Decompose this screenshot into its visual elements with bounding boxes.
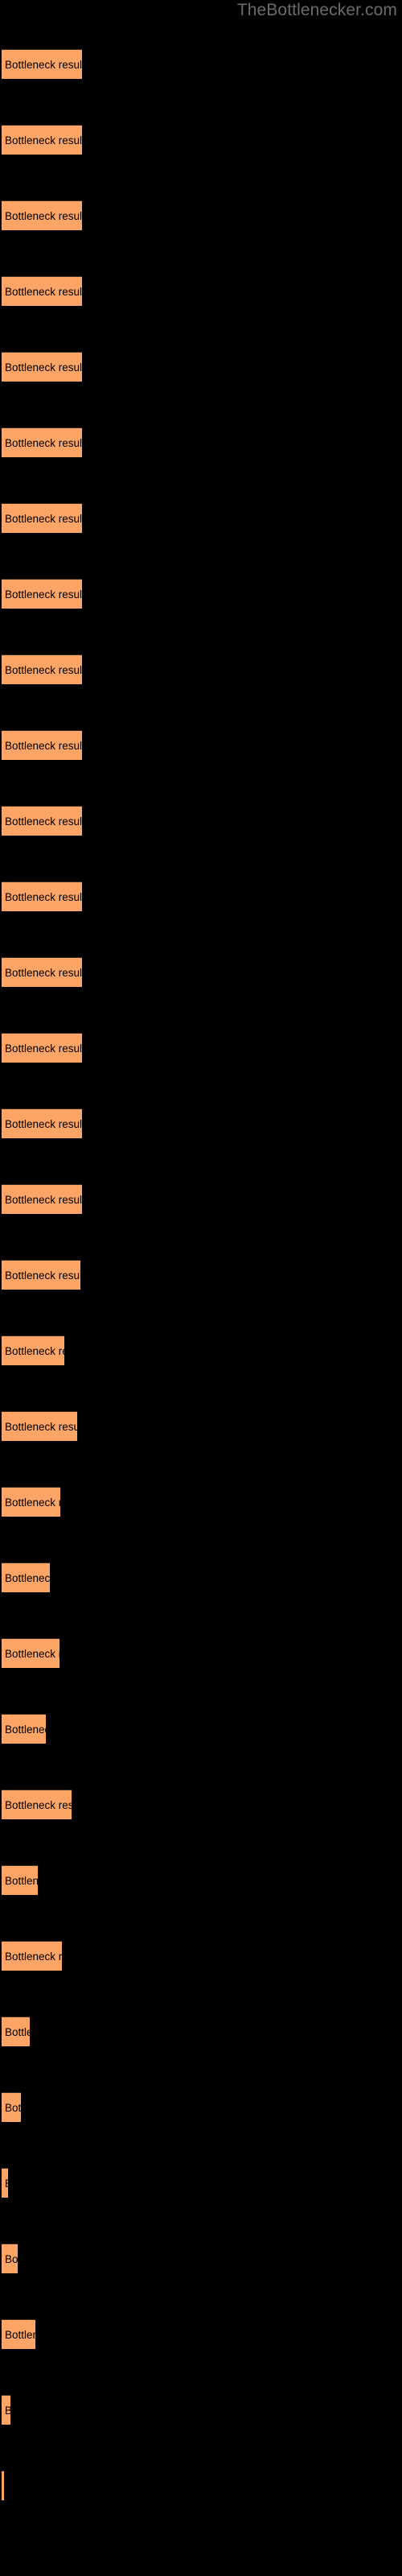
bar-22[interactable]: Bottleneck result: [2, 1638, 59, 1668]
bar-label: Bottleneck result: [5, 2329, 35, 2341]
bar-16[interactable]: Bottleneck result: [2, 1184, 82, 1214]
bar-label: Bottleneck result: [5, 1194, 82, 1206]
bar-7[interactable]: Bottleneck result: [2, 503, 82, 533]
bar-label: Bottleneck result: [5, 134, 82, 147]
bar-label: Bottleneck result: [5, 1042, 82, 1055]
bar-label: Bottleneck result: [5, 286, 82, 298]
bar-label: Bottleneck result: [5, 1269, 80, 1282]
bar-label: Bottleneck result: [5, 891, 82, 903]
bar-25[interactable]: Bottleneck result: [2, 1865, 38, 1895]
bar-label: Bottleneck result: [5, 210, 82, 222]
bar-17[interactable]: Bottleneck result: [2, 1260, 80, 1290]
bar-label: Bottleneck result: [5, 1345, 64, 1357]
bar-24[interactable]: Bottleneck result: [2, 1790, 72, 1819]
bar-8[interactable]: Bottleneck result: [2, 579, 82, 609]
bar-label: Bottleneck result: [5, 588, 82, 601]
bar-2[interactable]: Bottleneck result: [2, 125, 82, 155]
bar-label: Bottleneck result: [5, 1118, 82, 1130]
bar-label: Bottleneck result: [5, 2026, 30, 2038]
bar-4[interactable]: Bottleneck result: [2, 276, 82, 306]
bar-label: Bottleneck result: [5, 513, 82, 525]
bar-28[interactable]: Bottleneck result: [2, 2092, 21, 2122]
bar-6[interactable]: Bottleneck result: [2, 427, 82, 457]
bar-label: Bottleneck result: [5, 437, 82, 449]
bar-10[interactable]: Bottleneck result: [2, 730, 82, 760]
bar-label: Bottleneck result: [5, 2169, 8, 2198]
bar-29[interactable]: Bottleneck result: [2, 2168, 8, 2198]
bar-27[interactable]: Bottleneck result: [2, 2017, 30, 2046]
bar-label: Bottleneck result: [5, 2396, 10, 2425]
bar-label: Bottleneck result: [5, 59, 82, 71]
bar-32[interactable]: Bottleneck result: [2, 2395, 10, 2425]
bar-12[interactable]: Bottleneck result: [2, 881, 82, 911]
bar-label: Bottleneck result: [5, 664, 82, 676]
bar-20[interactable]: Bottleneck result: [2, 1487, 60, 1517]
bar-30[interactable]: Bottleneck result: [2, 2244, 18, 2273]
bar-11[interactable]: Bottleneck result: [2, 806, 82, 836]
bar-31[interactable]: Bottleneck result: [2, 2319, 35, 2349]
bar-label: Bottleneck result: [5, 967, 82, 979]
bar-label: Bottleneck result: [5, 1648, 59, 1660]
bar-label: Bottleneck result: [5, 1799, 72, 1811]
bar-label: Bottleneck result: [5, 1875, 38, 1887]
bar-label: Bottleneck result: [5, 2253, 18, 2265]
bar-5[interactable]: Bottleneck result: [2, 352, 82, 382]
bar-23[interactable]: Bottleneck result: [2, 1714, 46, 1744]
bar-label: Bottleneck result: [5, 1951, 62, 1963]
bar-label: Bottleneck result: [5, 1572, 50, 1584]
bar-18[interactable]: Bottleneck result: [2, 1335, 64, 1365]
bar-33[interactable]: Bottleneck result: [2, 2471, 4, 2500]
chart-left-axis: [0, 0, 2, 2576]
bar-label: Bottleneck result: [5, 1421, 77, 1433]
bar-3[interactable]: Bottleneck result: [2, 200, 82, 230]
bar-21[interactable]: Bottleneck result: [2, 1563, 50, 1592]
bar-label: Bottleneck result: [5, 815, 82, 828]
bar-1[interactable]: Bottleneck result: [2, 49, 82, 79]
bar-label: Bottleneck result: [5, 1496, 60, 1509]
bar-13[interactable]: Bottleneck result: [2, 957, 82, 987]
bar-9[interactable]: Bottleneck result: [2, 654, 82, 684]
bar-label: Bottleneck result: [5, 2102, 21, 2114]
bar-label: Bottleneck result: [5, 361, 82, 374]
bar-15[interactable]: Bottleneck result: [2, 1108, 82, 1138]
bar-19[interactable]: Bottleneck result: [2, 1411, 77, 1441]
bottleneck-bar-chart: Bottleneck result Bottleneck result Bottle…: [0, 0, 402, 2576]
bar-26[interactable]: Bottleneck result: [2, 1941, 62, 1971]
bar-14[interactable]: Bottleneck result: [2, 1033, 82, 1063]
bar-label: Bottleneck result: [5, 1724, 46, 1736]
bar-label: Bottleneck result: [5, 740, 82, 752]
